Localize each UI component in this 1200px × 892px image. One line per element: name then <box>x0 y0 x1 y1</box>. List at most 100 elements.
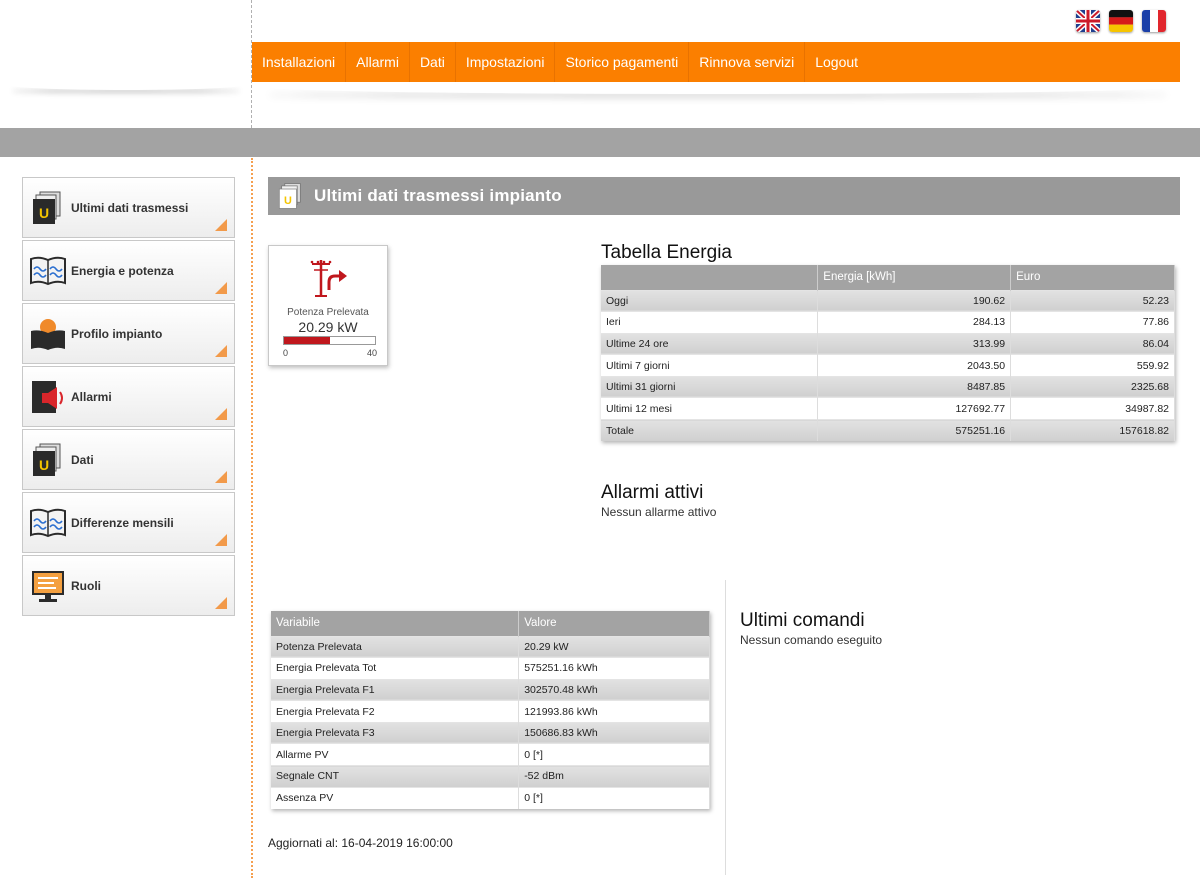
data-folder-icon: U <box>28 440 68 480</box>
variabili-header-variabile: Variabile <box>271 611 520 636</box>
chart-book-icon <box>28 503 68 543</box>
corner-arrow-icon <box>215 408 227 420</box>
french-flag-icon[interactable] <box>1142 10 1166 32</box>
table-cell: Segnale CNT <box>271 765 520 788</box>
page-title: Ultimi dati trasmessi impianto <box>314 186 562 205</box>
data-folder-icon: U <box>28 188 68 228</box>
table-cell: -52 dBm <box>518 765 710 788</box>
table-row: Ultime 24 ore 313.99 86.04 <box>601 332 1175 355</box>
table-cell: Ultime 24 ore <box>601 332 819 355</box>
table-row: Allarme PV 0 [*] <box>271 743 710 766</box>
table-cell: 52.23 <box>1010 289 1175 312</box>
sidebar: U Ultimi dati trasmessi Energia e potenz… <box>22 177 235 618</box>
table-cell: 2043.50 <box>817 354 1012 377</box>
logo-area-shadow <box>8 80 244 90</box>
nav-dati[interactable]: Dati <box>410 42 456 82</box>
nav-allarmi[interactable]: Allarmi <box>346 42 410 82</box>
corner-arrow-icon <box>215 345 227 357</box>
data-folder-icon: U <box>276 181 306 211</box>
gauge-value: 20.29 kW <box>298 319 358 335</box>
table-cell: 121993.86 kWh <box>518 700 710 723</box>
table-row: Energia Prelevata Tot 575251.16 kWh <box>271 657 710 680</box>
sidebar-item-allarmi[interactable]: Allarmi <box>22 366 235 427</box>
table-row: Ieri 284.13 77.86 <box>601 311 1175 334</box>
energia-header-euro: Euro <box>1010 265 1175 290</box>
allarmi-message: Nessun allarme attivo <box>601 505 717 519</box>
language-selector <box>1076 10 1166 32</box>
table-cell: 575251.16 kWh <box>518 657 710 680</box>
nav-installazioni[interactable]: Installazioni <box>252 42 347 82</box>
svg-text:U: U <box>284 195 292 207</box>
german-flag-icon[interactable] <box>1109 10 1133 32</box>
table-cell: 302570.48 kWh <box>518 678 710 701</box>
navbar-shadow <box>262 80 1174 94</box>
corner-arrow-icon <box>215 534 227 546</box>
comandi-title: Ultimi comandi <box>740 610 865 631</box>
table-cell: 0 [*] <box>518 786 710 809</box>
table-cell: Assenza PV <box>271 786 520 809</box>
alarm-speaker-icon <box>28 377 68 417</box>
table-cell: Allarme PV <box>271 743 520 766</box>
energia-header-kwh: Energia [kWh] <box>817 265 1012 290</box>
gauge-min: 0 <box>283 348 289 358</box>
gauge-label: Potenza Prelevata <box>287 307 369 318</box>
table-cell: 284.13 <box>817 311 1012 334</box>
table-cell: Energia Prelevata F1 <box>271 678 520 701</box>
table-cell: 0 [*] <box>518 743 710 766</box>
sidebar-item-ultimi-dati[interactable]: U Ultimi dati trasmessi <box>22 177 235 238</box>
table-row: Segnale CNT -52 dBm <box>271 765 710 788</box>
table-cell: Totale <box>601 419 819 442</box>
power-pole-arrow-icon <box>310 260 347 297</box>
variabili-header-valore: Valore <box>518 611 710 636</box>
sidebar-item-label: Dati <box>71 452 94 467</box>
sidebar-item-label: Ultimi dati trasmessi <box>71 200 189 215</box>
nav-storico-pagamenti[interactable]: Storico pagamenti <box>555 42 690 82</box>
allarmi-title: Allarmi attivi <box>601 482 704 503</box>
nav-impostazioni[interactable]: Impostazioni <box>456 42 556 82</box>
corner-arrow-icon <box>215 219 227 231</box>
table-row: Ultimi 31 giorni 8487.85 2325.68 <box>601 375 1175 398</box>
table-row: Totale 575251.16 157618.82 <box>601 419 1175 442</box>
table-cell: Energia Prelevata F2 <box>271 700 520 723</box>
svg-text:U: U <box>39 205 49 221</box>
column-divider <box>725 580 726 875</box>
svg-text:U: U <box>39 457 49 473</box>
energia-table-wrap: Energia [kWh] Euro Oggi 190.62 52.23 Ieri 28… <box>601 265 1175 442</box>
table-row: Energia Prelevata F3 150686.83 kWh <box>271 721 710 744</box>
table-cell: 559.92 <box>1010 354 1175 377</box>
sidebar-item-label: Allarmi <box>71 389 112 404</box>
gauge-progress-bar <box>283 336 376 345</box>
table-cell: 313.99 <box>817 332 1012 355</box>
power-gauge-card: Potenza Prelevata 20.29 kW 0 40 <box>268 245 388 366</box>
sidebar-item-energia-potenza[interactable]: Energia e potenza <box>22 240 235 301</box>
sidebar-item-label: Energia e potenza <box>71 263 174 278</box>
page-title-bar: U Ultimi dati trasmessi impianto <box>268 177 1180 215</box>
table-row: Assenza PV 0 [*] <box>271 786 710 809</box>
table-cell: 8487.85 <box>817 375 1012 398</box>
nav-logout[interactable]: Logout <box>805 42 868 82</box>
table-row: Energia Prelevata F1 302570.48 kWh <box>271 678 710 701</box>
table-cell: 2325.68 <box>1010 375 1175 398</box>
nav-rinnova-servizi[interactable]: Rinnova servizi <box>689 42 806 82</box>
table-row: Energia Prelevata F2 121993.86 kWh <box>271 700 710 723</box>
table-cell: Potenza Prelevata <box>271 635 520 658</box>
sidebar-item-profilo-impianto[interactable]: Profilo impianto <box>22 303 235 364</box>
uk-flag-icon[interactable] <box>1076 10 1100 32</box>
sidebar-item-differenze-mensili[interactable]: Differenze mensili <box>22 492 235 553</box>
sidebar-item-label: Differenze mensili <box>71 515 174 530</box>
table-row: Oggi 190.62 52.23 <box>601 289 1175 312</box>
corner-arrow-icon <box>215 282 227 294</box>
reader-profile-icon <box>28 314 68 354</box>
last-updated: Aggiornati al: 16-04-2019 16:00:00 <box>268 836 453 850</box>
energia-header-label <box>601 265 819 290</box>
sidebar-item-label: Ruoli <box>71 578 101 593</box>
table-cell: Ultimi 31 giorni <box>601 375 819 398</box>
sidebar-item-dati[interactable]: U Dati <box>22 429 235 490</box>
table-cell: 575251.16 <box>817 419 1012 442</box>
content-divider <box>251 158 253 878</box>
table-cell: 77.86 <box>1010 311 1175 334</box>
sidebar-item-ruoli[interactable]: Ruoli <box>22 555 235 616</box>
sidebar-item-label: Profilo impianto <box>71 326 163 341</box>
energia-table: Energia [kWh] Euro Oggi 190.62 52.23 Ieri 28… <box>601 265 1175 442</box>
corner-arrow-icon <box>215 471 227 483</box>
